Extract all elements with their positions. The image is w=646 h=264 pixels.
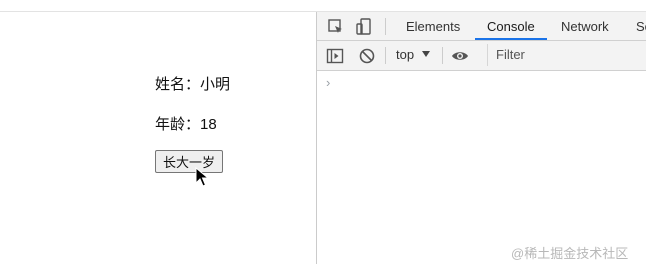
- sidebar-toggle-icon[interactable]: [326, 47, 344, 65]
- clear-console-icon[interactable]: [358, 47, 376, 65]
- tab-elements[interactable]: Elements: [406, 19, 460, 34]
- filter-input[interactable]: [487, 44, 646, 66]
- name-text: 姓名：小明: [155, 76, 231, 93]
- chevron-down-icon: [422, 51, 430, 57]
- devtools-panel: Elements Console Network So top: [316, 12, 646, 264]
- devtools-tab-bar: Elements Console Network So: [317, 12, 646, 41]
- eye-icon[interactable]: [451, 47, 469, 65]
- browser-top-edge: [0, 0, 646, 12]
- watermark: @稀土掘金技术社区: [511, 246, 629, 261]
- page-content: 姓名：小明 年龄：18 长大一岁: [0, 12, 316, 264]
- context-selector[interactable]: top: [396, 47, 414, 62]
- active-tab-indicator: [475, 38, 547, 40]
- grow-one-year-button[interactable]: 长大一岁: [155, 150, 223, 173]
- toolbar-separator: [385, 47, 386, 64]
- tab-console[interactable]: Console: [487, 19, 535, 34]
- console-toolbar: top: [317, 41, 646, 71]
- tab-network[interactable]: Network: [561, 19, 609, 34]
- age-text: 年龄：18: [155, 116, 217, 133]
- toolbar-separator: [442, 47, 443, 64]
- console-prompt[interactable]: ›: [326, 75, 330, 90]
- mouse-cursor-icon: [195, 167, 209, 187]
- tab-separator: [385, 18, 386, 35]
- screen: 姓名：小明 年龄：18 长大一岁 Elements Console Networ…: [0, 0, 646, 264]
- tab-sources[interactable]: So: [636, 19, 646, 34]
- inspect-element-icon[interactable]: [327, 18, 345, 36]
- device-toolbar-icon[interactable]: [355, 18, 373, 36]
